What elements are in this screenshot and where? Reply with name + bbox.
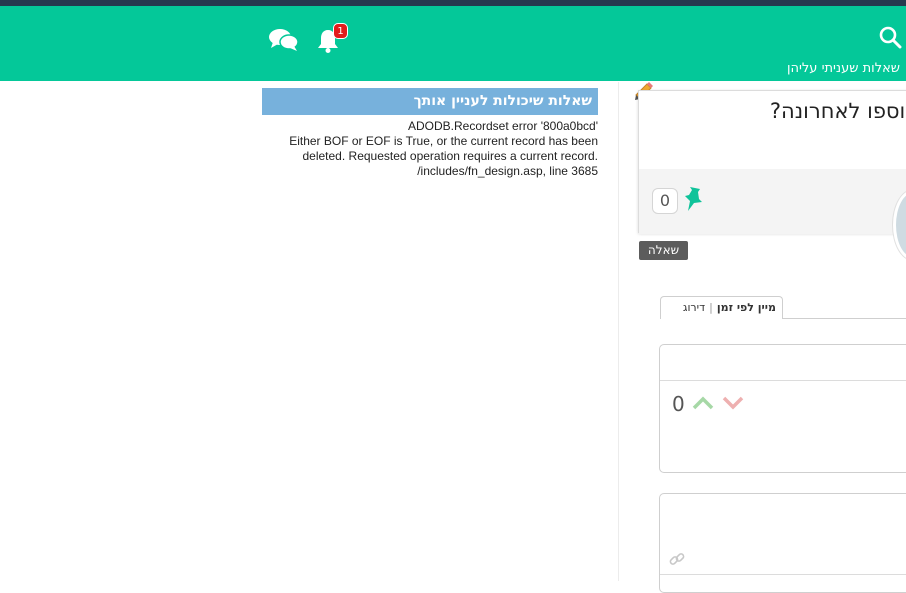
notifications-button[interactable]: 1 — [315, 23, 349, 54]
sort-tabs: מיין לפי זמן|דירוג — [660, 296, 783, 319]
question-type-badge: שאלה — [639, 241, 688, 260]
answer-vote-count: 0 — [672, 392, 685, 416]
error-line: ADODB.Recordset error '800a0bcd' — [407, 119, 598, 133]
answer-form-card — [659, 493, 906, 593]
pin-icon[interactable] — [681, 185, 705, 215]
question-card: הוספו לאחרונה? 0 — [638, 90, 906, 234]
error-line: /includes/fn_design.asp, line 3685 — [417, 164, 598, 178]
column-divider — [618, 82, 619, 581]
chat-icon[interactable] — [268, 27, 300, 53]
question-title[interactable]: הוספו לאחרונה? — [639, 99, 906, 123]
question-vote-count: 0 — [652, 188, 678, 214]
notification-count-badge: 1 — [333, 23, 348, 39]
error-line: Either BOF or EOF is True, or the curren… — [289, 134, 598, 148]
upvote-icon[interactable] — [692, 395, 714, 411]
question-card-footer: 0 — [639, 169, 906, 234]
answer-form-divider — [660, 574, 906, 575]
my-answers-link[interactable]: שאלות שעניתי עליהן — [780, 61, 900, 76]
tab-sort-by-rank[interactable]: דירוג — [679, 297, 709, 319]
answer-card-divider — [660, 380, 906, 381]
related-questions-title: שאלות שיכולות לעניין אותך — [262, 88, 598, 115]
error-line: deleted. Requested operation requires a … — [302, 149, 598, 163]
tab-sort-by-time[interactable]: מיין לפי זמן — [713, 297, 782, 319]
search-icon[interactable] — [878, 25, 902, 49]
downvote-icon[interactable] — [722, 395, 744, 411]
link-icon[interactable] — [669, 551, 685, 567]
answer-card: 0 — [659, 344, 906, 473]
site-header: שאלות שעניתי עליהן 1 — [0, 6, 906, 81]
